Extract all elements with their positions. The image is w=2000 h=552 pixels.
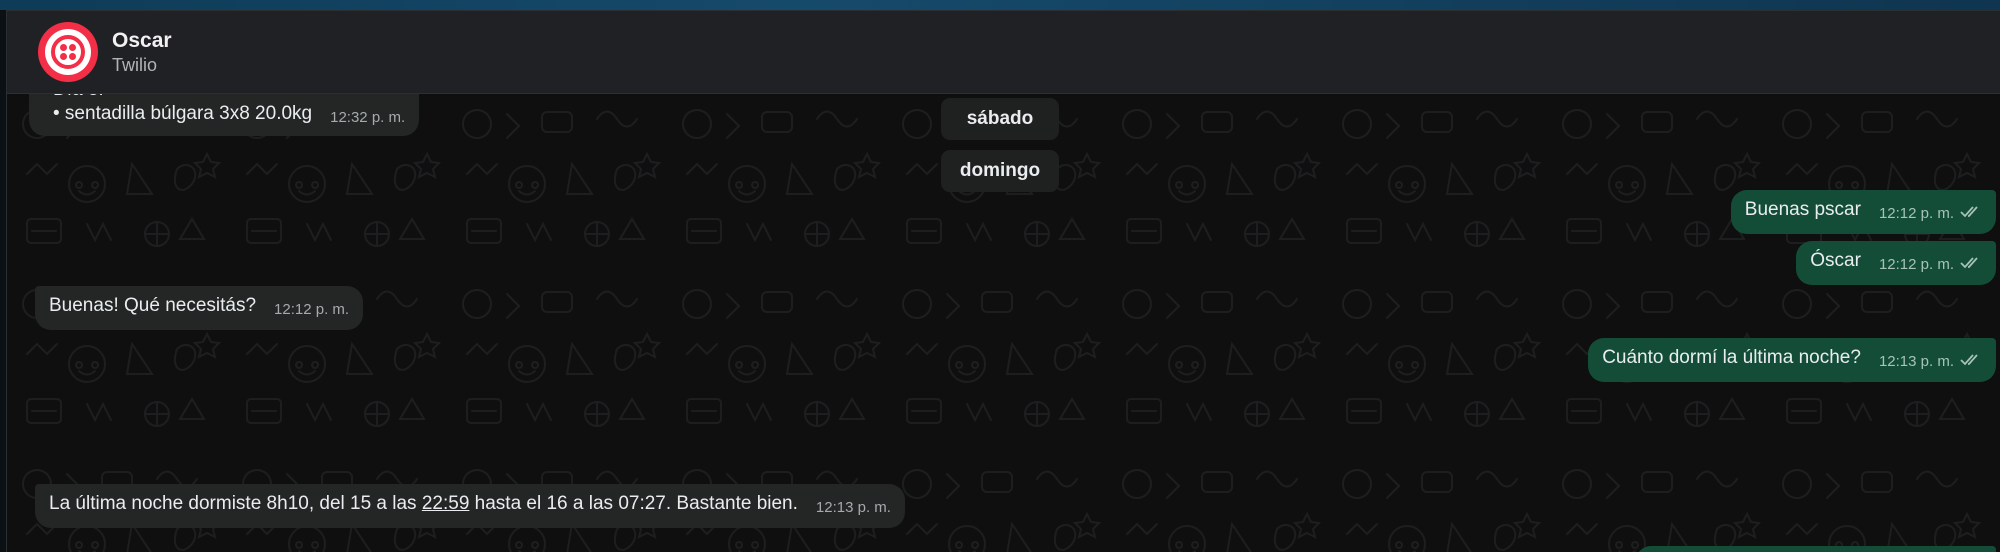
contact-name[interactable]: Oscar (112, 28, 172, 54)
double-check-icon (1960, 253, 1982, 277)
message-bubble-incoming[interactable]: Día 3: • sentadilla búlgara 3x8 20.0kg 12… (29, 94, 420, 136)
message-text: Día 3: (43, 94, 405, 102)
message-text: • sentadilla búlgara 3x8 20.0kg (53, 103, 313, 124)
message-text: La última noche dormiste 8h10, del 15 a … (49, 493, 422, 514)
message-bubble-outgoing[interactable]: Cuánto dormí la última noche? 12:13 p. m. (1588, 338, 1996, 382)
desktop-top-strip (0, 0, 2000, 10)
message-bubble-outgoing[interactable]: Buenas pscar 12:12 p. m. (1730, 190, 1996, 234)
date-separator-sunday: domingo (941, 150, 1059, 192)
message-time: 12:12 p. m. (274, 301, 350, 318)
message-time: 12:32 p. m. (330, 109, 406, 126)
message-bubble-outgoing[interactable]: Óscar 12:12 p. m. (1796, 241, 1996, 285)
double-check-icon (1960, 350, 1982, 374)
message-time-link[interactable]: 22:59 (422, 493, 470, 514)
message-time: 12:13 p. m. (1878, 353, 1954, 370)
message-text: Buenas! Qué necesitás? (49, 295, 257, 316)
message-text: Cuánto dormí la última noche? (1602, 347, 1861, 368)
chat-window: Oscar Twilio • sentadilla búlgara 3x8 20… (6, 10, 2000, 552)
contact-subtitle: Twilio (112, 55, 158, 75)
twilio-logo-icon (45, 29, 91, 75)
message-bubble-incoming[interactable]: La última noche dormiste 8h10, del 15 a … (35, 484, 905, 528)
message-time: 12:13 p. m. (815, 499, 891, 516)
avatar[interactable] (38, 22, 98, 82)
message-text: Óscar (1810, 250, 1861, 271)
message-time: 12:12 p. m. (1878, 256, 1954, 273)
message-text: Buenas pscar (1744, 199, 1861, 220)
message-list[interactable]: Día 3: • sentadilla búlgara 3x8 20.0kg 12… (7, 94, 2000, 552)
message-text: hasta el 16 a las 07:27. Bastante bien. (469, 493, 798, 514)
message-bubble-outgoing-partial[interactable] (1636, 546, 1996, 552)
double-check-icon (1960, 202, 1982, 226)
message-bubble-incoming[interactable]: Buenas! Qué necesitás? 12:12 p. m. (35, 286, 364, 330)
message-time: 12:12 p. m. (1878, 205, 1954, 222)
date-separator-saturday: sábado (941, 98, 1059, 140)
chat-header[interactable]: Oscar Twilio (7, 11, 2000, 94)
